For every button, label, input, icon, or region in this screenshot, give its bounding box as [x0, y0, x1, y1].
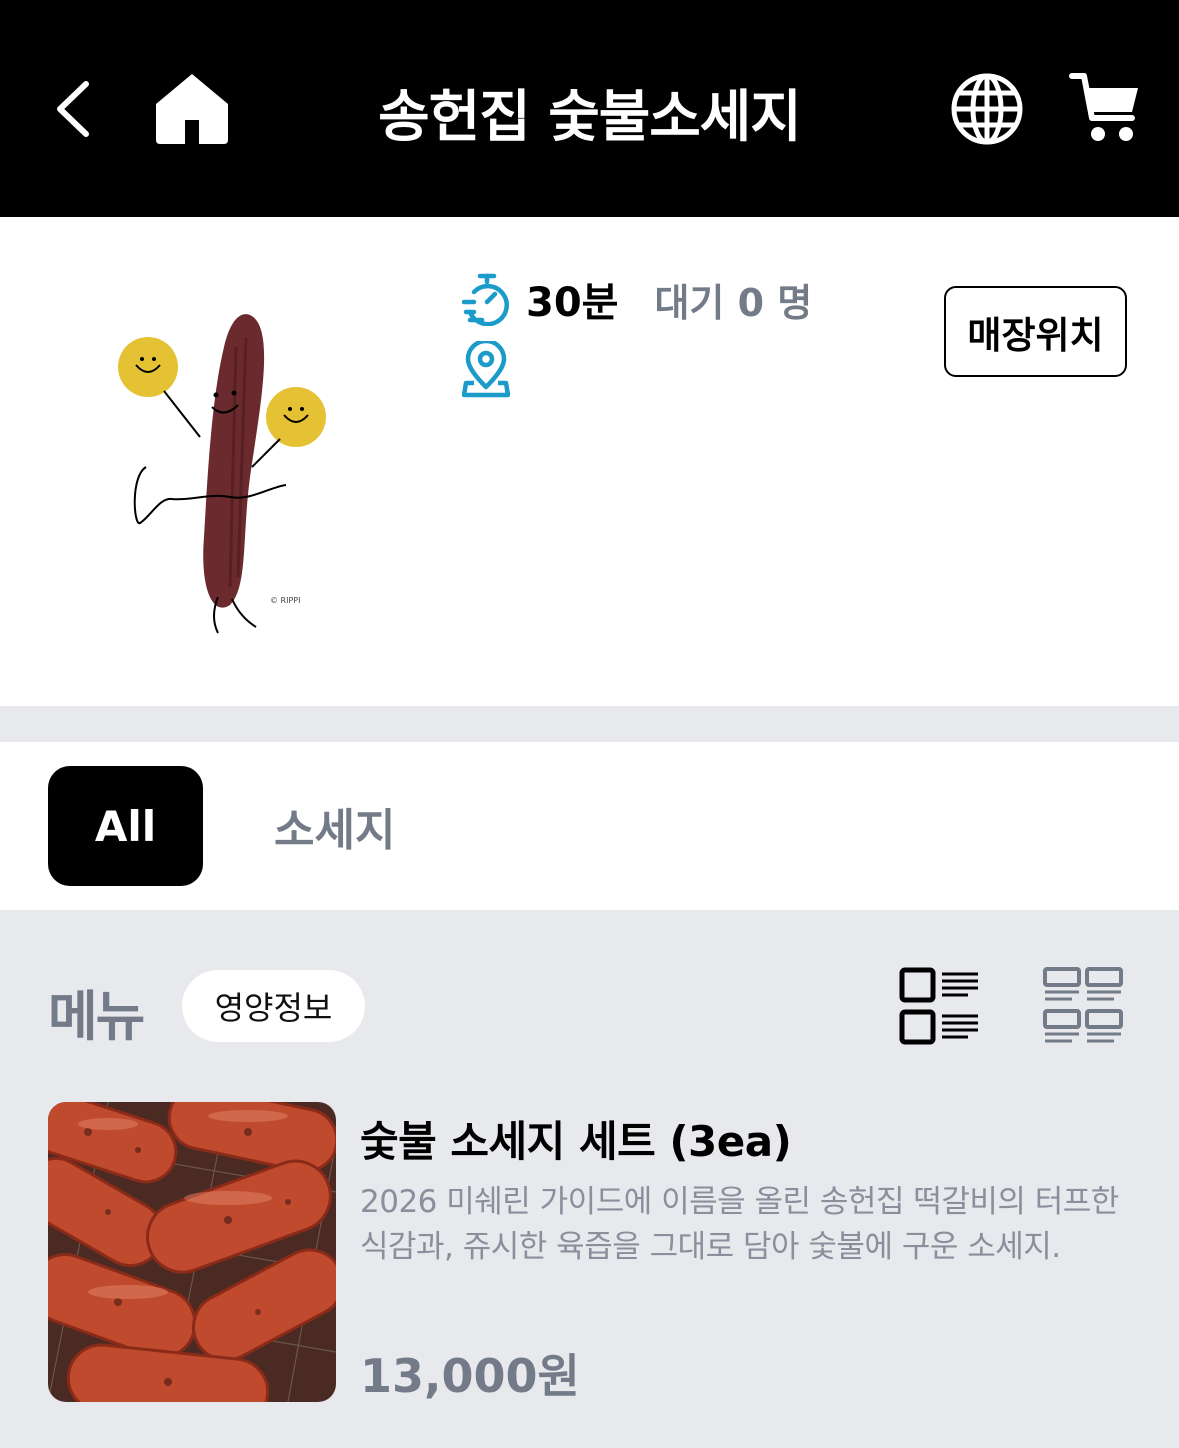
logo-copyright: © RIPPI — [270, 596, 300, 605]
cart-icon[interactable] — [1068, 70, 1142, 144]
menu-heading: 메뉴 — [48, 985, 145, 1048]
menu-item[interactable]: 숯불 소세지 세트 (3ea) 2026 미쉐린 가이드에 이름을 올린 송헌집… — [48, 1100, 1138, 1403]
stopwatch-icon — [462, 273, 509, 326]
top-bar: 송헌집 숯불소세지 — [0, 0, 1179, 217]
wait-count: 대기 0 명 — [654, 280, 813, 325]
tab-all[interactable]: All — [48, 766, 203, 886]
list-view-icon[interactable] — [898, 966, 980, 1046]
section-divider — [0, 706, 1179, 742]
tab-sausage[interactable]: 소세지 — [274, 766, 395, 886]
menu-item-description: 2026 미쉐린 가이드에 이름을 올린 송헌집 떡갈비의 터프한 식감과, 쥬… — [360, 1184, 1119, 1265]
menu-item-price: 13,000원 — [360, 1349, 580, 1403]
location-row — [461, 338, 511, 403]
store-info: © RIPPI 30분 대기 0 명 매장위치 — [0, 217, 1179, 706]
wait-info: 30분 대기 0 명 — [462, 267, 812, 331]
category-tabs: All 소세지 — [0, 742, 1179, 910]
globe-icon[interactable] — [950, 72, 1024, 146]
menu-item-name: 숯불 소세지 세트 (3ea) — [360, 1117, 792, 1166]
store-logo: © RIPPI — [118, 314, 326, 634]
nutrition-info-button[interactable]: 영양정보 — [182, 970, 365, 1042]
map-pin-icon[interactable] — [461, 338, 511, 399]
menu-item-image[interactable] — [48, 1102, 336, 1402]
store-location-button[interactable]: 매장위치 — [944, 286, 1127, 377]
wait-time: 30분 — [526, 280, 619, 326]
grid-view-icon[interactable] — [1042, 966, 1124, 1046]
